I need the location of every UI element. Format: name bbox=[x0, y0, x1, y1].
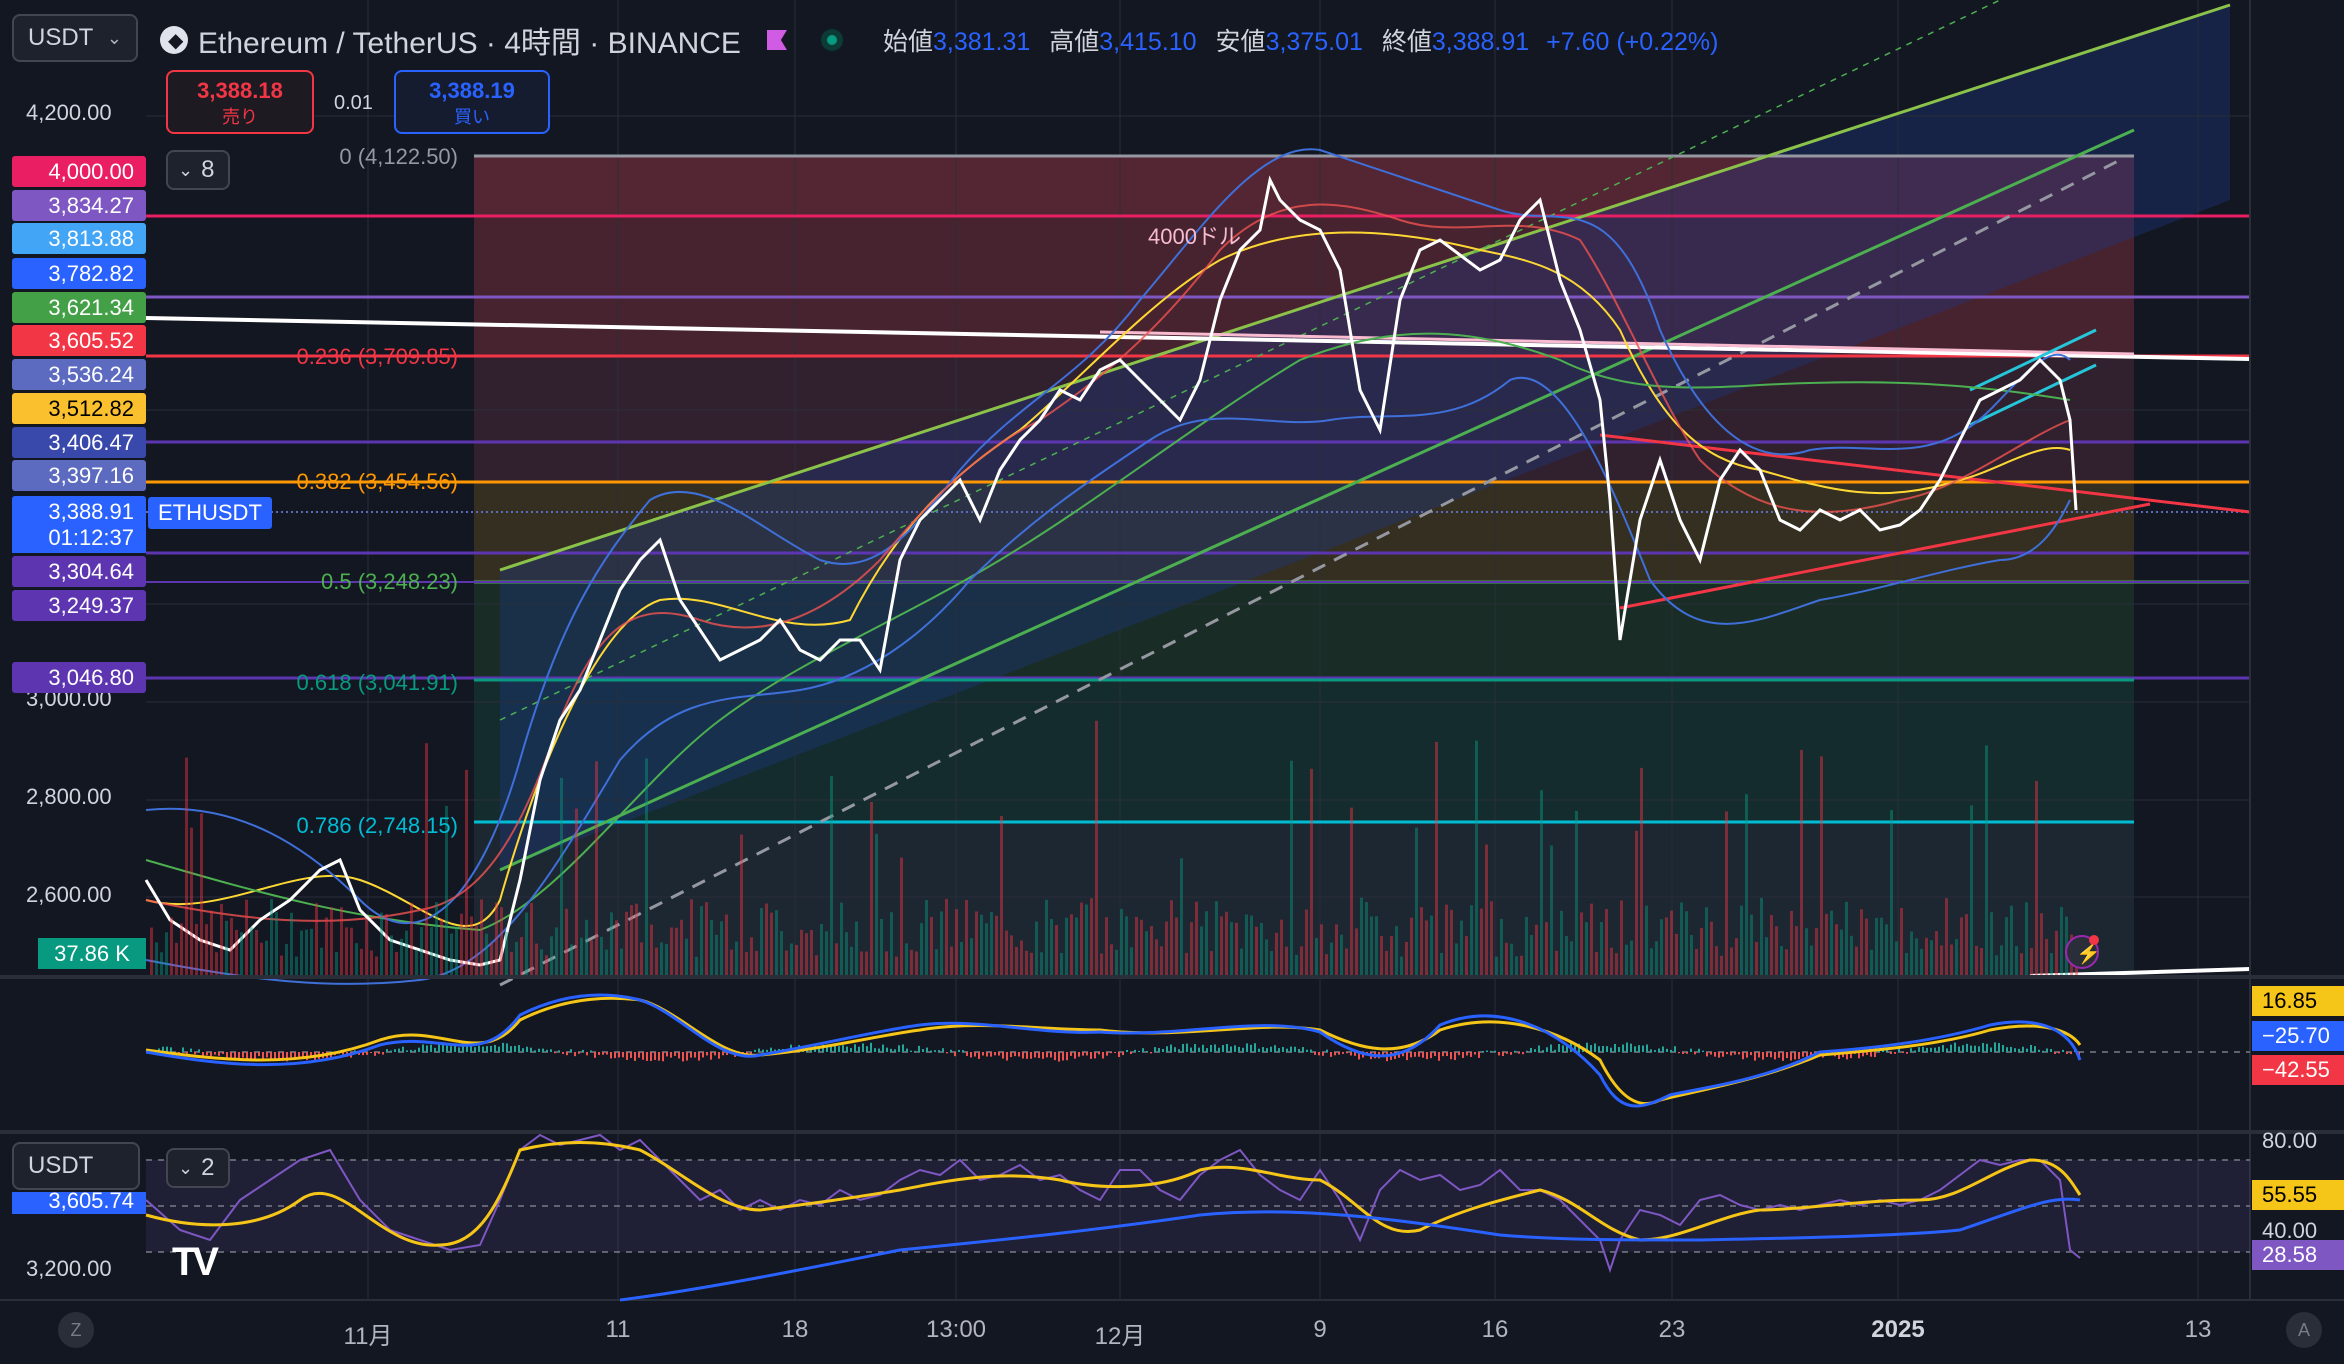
rsi-indicator-toggle[interactable]: ⌄ 2 bbox=[166, 1148, 230, 1188]
svg-text:⚡: ⚡ bbox=[2076, 941, 2101, 965]
tradingview-logo[interactable]: TV bbox=[172, 1240, 219, 1285]
fib-level-label: 0.236 (3,709.85) bbox=[297, 344, 458, 369]
axis-tick: 2,600.00 bbox=[26, 882, 112, 907]
sell-label: 売り bbox=[222, 107, 258, 127]
price-label: 3,813.88 bbox=[12, 223, 146, 254]
countdown: 01:12:37 bbox=[12, 523, 146, 553]
fib-level-label: 0.618 (3,041.91) bbox=[297, 670, 458, 695]
ohlc-values: 始値3,381.31 高値3,415.10 安値3,375.01 終値3,388… bbox=[871, 22, 1719, 58]
rsi-pane[interactable] bbox=[145, 1133, 2250, 1302]
buy-button[interactable]: 3,388.19 買い bbox=[394, 70, 550, 134]
macd-value: −25.70 bbox=[2252, 1021, 2344, 1051]
chevron-down-icon: ⌄ bbox=[106, 27, 122, 48]
buy-label: 買い bbox=[454, 107, 490, 127]
time-tick: 2025 bbox=[1871, 1316, 1925, 1343]
high-value: 3,415.10 bbox=[1099, 28, 1197, 56]
time-tick: 9 bbox=[1313, 1316, 1327, 1343]
rsi-right-tick: 80.00 bbox=[2262, 1128, 2318, 1153]
rsi-currency-select[interactable]: USDT bbox=[12, 1142, 140, 1190]
market-status-icon[interactable] bbox=[820, 29, 843, 51]
price-label: 3,512.82 bbox=[12, 393, 146, 424]
open-value: 3,381.31 bbox=[932, 28, 1031, 56]
indicator-toggle[interactable]: ⌄ 8 bbox=[166, 150, 230, 190]
chevron-down-icon: ⌄ bbox=[178, 1157, 194, 1178]
symbol-tag: ETHUSDT bbox=[148, 497, 272, 529]
log-scale-label: Z bbox=[70, 1319, 82, 1340]
time-tick: 13:00 bbox=[925, 1316, 987, 1343]
rsi-left-label: 3,605.74 bbox=[12, 1192, 146, 1214]
chevron-down-icon: ⌄ bbox=[178, 159, 194, 180]
low-label: 安値 bbox=[1215, 28, 1266, 56]
axis-tick: 2,800.00 bbox=[26, 784, 112, 809]
flag-icon[interactable] bbox=[766, 30, 787, 50]
rsi-value: 55.55 bbox=[2252, 1180, 2344, 1210]
fib-level-label: 0.786 (2,748.15) bbox=[297, 813, 458, 838]
fib-level-label: 0.5 (3,248.23) bbox=[321, 569, 458, 594]
time-tick: 23 bbox=[1658, 1316, 1686, 1343]
rsi-indicator-count: 2 bbox=[201, 1154, 215, 1181]
open-label: 始値 bbox=[882, 28, 933, 56]
price-label: 3,304.64 bbox=[12, 556, 146, 587]
time-tick: 13 bbox=[2184, 1316, 2212, 1343]
rsi-currency-label: USDT bbox=[28, 1152, 94, 1179]
auto-scale-label: A bbox=[2297, 1319, 2310, 1340]
axis-tick: 4,200.00 bbox=[26, 100, 112, 125]
logo-text: TV bbox=[172, 1240, 219, 1284]
price-label: 3,046.80 bbox=[12, 662, 146, 693]
buy-price: 3,388.19 bbox=[429, 78, 515, 103]
fib-level-label: 0.382 (3,454.56) bbox=[297, 469, 458, 494]
low-value: 3,375.01 bbox=[1265, 28, 1363, 56]
price-label: 3,397.16 bbox=[12, 460, 146, 491]
macd-value: 16.85 bbox=[2252, 986, 2344, 1016]
time-tick: 11月 bbox=[343, 1323, 393, 1350]
indicator-count: 8 bbox=[201, 156, 215, 183]
sell-button[interactable]: 3,388.18 売り bbox=[166, 70, 314, 134]
symbol-header[interactable]: ◆ Ethereum / TetherUS · 4時間 · BINANCE 始値… bbox=[160, 18, 1718, 62]
sell-price: 3,388.18 bbox=[197, 78, 283, 103]
price-annotation[interactable]: 4000ドル bbox=[1148, 224, 1241, 249]
price-label: 3,834.27 bbox=[12, 190, 146, 221]
fib-level-label: 0 (4,122.50) bbox=[339, 144, 458, 169]
price-label: 3,621.34 bbox=[12, 292, 146, 323]
rsi-value: 28.58 bbox=[2252, 1240, 2344, 1270]
volume-label: 37.86 K bbox=[38, 938, 146, 969]
price-label: 3,782.82 bbox=[12, 258, 146, 289]
ethereum-logo-icon: ◆ bbox=[160, 26, 188, 54]
close-label: 終値 bbox=[1381, 28, 1432, 56]
price-label: 3,536.24 bbox=[12, 359, 146, 390]
price-label: 3,605.52 bbox=[12, 325, 146, 356]
rsi-left-tick: 3,200.00 bbox=[26, 1256, 112, 1281]
close-value: 3,388.91 bbox=[1431, 28, 1530, 56]
price-label: 3,249.37 bbox=[12, 590, 146, 621]
price-label: 3,406.47 bbox=[12, 427, 146, 458]
time-tick: 11 bbox=[605, 1316, 631, 1343]
fib-labels: 0 (4,122.50) 0.236 (3,709.85) 0.382 (3,454… bbox=[297, 144, 458, 838]
high-label: 高値 bbox=[1049, 28, 1100, 56]
time-tick: 12月 bbox=[1094, 1323, 1146, 1350]
symbol-title[interactable]: Ethereum / TetherUS · 4時間 · BINANCE bbox=[198, 18, 741, 62]
macd-value: −42.55 bbox=[2252, 1055, 2344, 1085]
time-tick: 16 bbox=[1481, 1316, 1509, 1343]
time-tick: 18 bbox=[781, 1316, 809, 1343]
chart-canvas[interactable]: 4000ドル 0 (4,122.50) 0.236 (3,709.85) 0.382… bbox=[0, 0, 2344, 1364]
currency-label: USDT bbox=[28, 24, 94, 51]
spread-value: 0.01 bbox=[334, 92, 373, 114]
price-label: 4,000.00 bbox=[12, 156, 146, 187]
log-scale-button[interactable]: Z bbox=[58, 1312, 94, 1348]
macd-pane[interactable] bbox=[145, 993, 2250, 1108]
auto-scale-button[interactable]: A bbox=[2286, 1312, 2322, 1348]
currency-select[interactable]: USDT ⌄ bbox=[12, 14, 138, 62]
change-value: +7.60 (+0.22%) bbox=[1546, 28, 1719, 56]
